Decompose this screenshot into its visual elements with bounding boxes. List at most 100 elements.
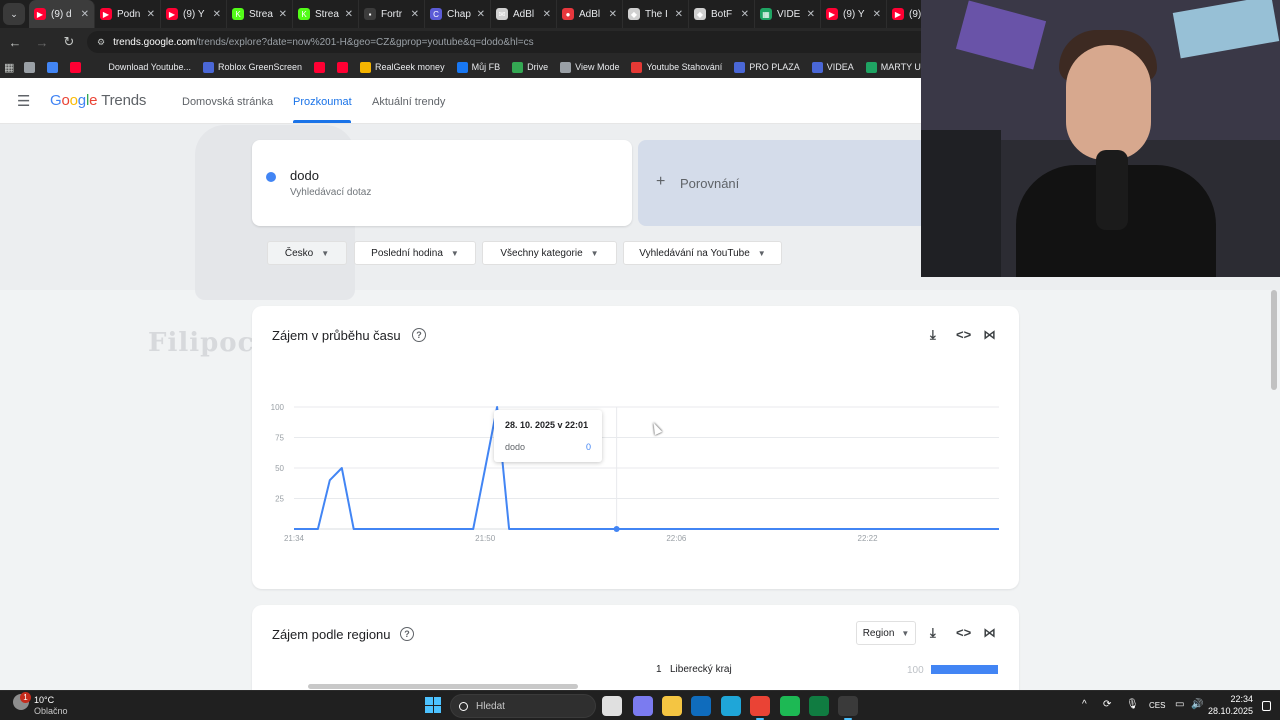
tab-close-icon[interactable]: ✕: [279, 9, 287, 20]
tab-close-icon[interactable]: ✕: [147, 9, 155, 20]
input-language[interactable]: CES: [1149, 701, 1165, 710]
vertical-scrollbar[interactable]: [1271, 290, 1277, 390]
bookmark-item[interactable]: [70, 61, 85, 73]
bookmark-item[interactable]: [24, 61, 39, 73]
browser-tab[interactable]: ▶ (9) Y ✕: [821, 0, 887, 28]
bookmark-item[interactable]: [337, 61, 352, 73]
browser-tab[interactable]: ▶ Podn ✕: [95, 0, 161, 28]
bookmark-favicon-icon: [631, 61, 643, 73]
tab-close-icon[interactable]: ✕: [411, 9, 419, 20]
notification-icon[interactable]: [1262, 701, 1271, 711]
start-windows-icon[interactable]: [425, 697, 441, 713]
tab-close-icon[interactable]: ✕: [213, 9, 221, 20]
nav-explore[interactable]: Prozkoumat: [293, 96, 352, 108]
tab-title: AdBl: [513, 8, 535, 20]
chrome-app-icon[interactable]: [750, 696, 770, 720]
nav-home[interactable]: Domovská stránka: [182, 96, 273, 108]
nav-trending-now[interactable]: Aktuální trendy: [372, 96, 445, 108]
address-bar[interactable]: ⚙ trends.google.com/trends/explore?date=…: [87, 31, 987, 53]
filter-search-type[interactable]: Vyhledávání na YouTube ▼: [623, 241, 782, 265]
interest-line-chart[interactable]: 25 50 75 100 21:34 21:50 22:06 22:22: [252, 306, 1019, 589]
bookmark-item[interactable]: Drive: [512, 61, 548, 73]
taskbar-search-box[interactable]: Hledat: [450, 694, 596, 718]
share-icon[interactable]: ⋈: [983, 625, 996, 641]
compare-card[interactable]: + Porovnání: [638, 140, 928, 226]
weather-condition[interactable]: Oblačno: [34, 706, 68, 716]
horizontal-scrollbar[interactable]: [308, 684, 578, 689]
back-arrow-icon[interactable]: ←: [3, 30, 27, 54]
browser-tab[interactable]: ▦ VIDE ✕: [755, 0, 821, 28]
file-explorer-app-icon[interactable]: [662, 696, 682, 716]
term-name[interactable]: dodo: [290, 168, 319, 183]
site-info-icon[interactable]: ⚙: [97, 37, 105, 48]
browser-tab[interactable]: C Chap ✕: [425, 0, 491, 28]
download-icon[interactable]: ⤓: [930, 625, 936, 641]
tab-close-icon[interactable]: ✕: [675, 9, 683, 20]
network-icon[interactable]: ▭: [1175, 699, 1184, 710]
browser-tab[interactable]: ▪ Fortr ✕: [359, 0, 425, 28]
browser-tab[interactable]: ◆ The I ✕: [623, 0, 689, 28]
copilot-app-icon[interactable]: [633, 696, 653, 716]
bookmark-item[interactable]: Můj FB: [456, 61, 500, 73]
tab-close-icon[interactable]: ✕: [477, 9, 485, 20]
weather-temperature[interactable]: 10°C: [34, 695, 54, 705]
tab-close-icon[interactable]: ✕: [873, 9, 881, 20]
tab-close-icon[interactable]: ✕: [609, 9, 617, 20]
chart-hover-point[interactable]: [613, 526, 620, 532]
tab-close-icon[interactable]: ✕: [543, 9, 551, 20]
bookmark-item[interactable]: PRO PLAZA: [734, 61, 800, 73]
tab-close-icon[interactable]: ✕: [741, 9, 749, 20]
edge-app-icon[interactable]: [721, 696, 741, 716]
epic-games-app-icon[interactable]: [838, 696, 858, 720]
tab-favicon-icon: ▶: [100, 8, 112, 20]
tab-search-icon[interactable]: ⌄: [3, 3, 25, 25]
bookmark-item[interactable]: [47, 61, 62, 73]
google-trends-logo[interactable]: Google Trends: [50, 92, 146, 109]
browser-tab[interactable]: ● AdBl ✕: [557, 0, 623, 28]
bookmark-item[interactable]: VIDEA: [811, 61, 854, 73]
browser-tab[interactable]: ◆ BotF ✕: [689, 0, 755, 28]
bookmark-favicon-icon: [337, 61, 349, 73]
region-resolution-select[interactable]: Region ▼: [856, 621, 916, 645]
filter-category[interactable]: Všechny kategorie ▼: [482, 241, 617, 265]
browser-tab[interactable]: K Strea ✕: [227, 0, 293, 28]
microphone-icon[interactable]: 🎙: [1126, 699, 1139, 710]
filter-time-range[interactable]: Poslední hodina ▼: [354, 241, 476, 265]
caret-down-icon: ▼: [757, 248, 766, 258]
interest-by-region-title: Zájem podle regionu: [272, 627, 391, 642]
region-name[interactable]: Liberecký kraj: [670, 664, 732, 675]
volume-icon[interactable]: 🔊: [1191, 699, 1203, 710]
browser-tab[interactable]: ✉ AdBl ✕: [491, 0, 557, 28]
apps-grid-icon[interactable]: ▦: [4, 61, 14, 74]
outlook-app-icon[interactable]: [691, 696, 711, 716]
clock-date[interactable]: 28.10.2025: [1203, 706, 1253, 716]
bookmark-item[interactable]: [314, 61, 329, 73]
bookmark-item[interactable]: Roblox GreenScreen: [202, 61, 302, 73]
plus-icon: +: [656, 173, 666, 190]
bookmark-item[interactable]: View Mode: [560, 61, 619, 73]
sync-icon[interactable]: ⟳: [1103, 699, 1111, 710]
excel-app-icon[interactable]: [809, 696, 829, 716]
bookmark-favicon-icon: [512, 61, 524, 73]
tray-chevron-up-icon[interactable]: ^: [1082, 699, 1087, 710]
hamburger-menu-icon[interactable]: ☰: [17, 92, 39, 110]
browser-tab[interactable]: K Strea ✕: [293, 0, 359, 28]
clock-time[interactable]: 22:34: [1213, 694, 1253, 704]
search-term-card[interactable]: dodo Vyhledávací dotaz: [252, 140, 632, 226]
tab-favicon-icon: K: [232, 8, 244, 20]
browser-tab[interactable]: ▶ (9) d ✕: [29, 0, 95, 28]
tab-close-icon[interactable]: ✕: [81, 9, 89, 20]
browser-tab[interactable]: ▶ (9) Y ✕: [161, 0, 227, 28]
reload-icon[interactable]: ↻: [57, 30, 81, 54]
filter-country[interactable]: Česko ▼: [267, 241, 347, 265]
tab-close-icon[interactable]: ✕: [345, 9, 353, 20]
help-icon[interactable]: ?: [400, 627, 414, 641]
bookmark-item[interactable]: RealGeek money: [360, 61, 445, 73]
task-view-app-icon[interactable]: [602, 696, 622, 716]
bookmark-item[interactable]: Youtube Stahování: [631, 61, 722, 73]
tab-close-icon[interactable]: ✕: [807, 9, 815, 20]
spotify-app-icon[interactable]: [780, 696, 800, 716]
forward-arrow-icon[interactable]: →: [30, 30, 54, 54]
bookmark-item[interactable]: Download Youtube...: [93, 61, 191, 73]
embed-code-icon[interactable]: <>: [956, 625, 971, 640]
